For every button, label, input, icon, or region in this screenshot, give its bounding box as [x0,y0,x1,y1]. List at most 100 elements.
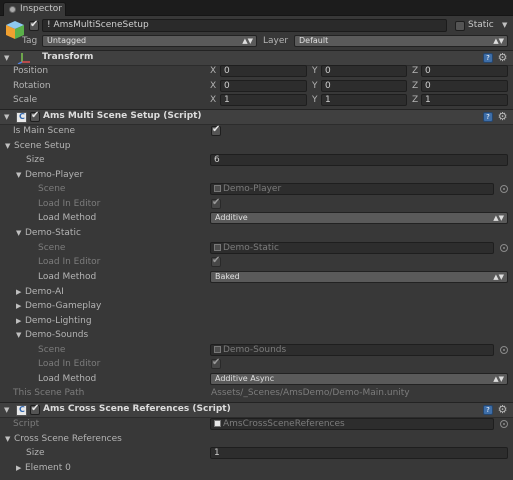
scale-y-field[interactable]: 1 [321,94,407,106]
y-axis-label: Y [312,81,318,91]
rotation-y-field[interactable]: 0 [321,80,407,92]
scene-setup-size-field[interactable]: 6 [210,154,508,166]
tag-label: Tag [22,36,38,46]
scene-object-field-value: Demo-Static [223,243,279,253]
rotation-x-field[interactable]: 0 [220,80,307,92]
element-demo-gameplay-label[interactable]: Demo-Gameplay [25,300,101,312]
y-axis-label: Y [312,66,318,76]
scene-setup-label[interactable]: Scene Setup [14,140,71,152]
foldout-collapsed-icon[interactable]: ▶ [16,288,24,296]
gameobject-active-checkbox[interactable] [29,19,39,31]
help-icon[interactable]: ? [483,405,493,415]
script-label: Script [13,419,40,429]
script-object-field[interactable]: AmsCrossSceneReferences [210,418,494,430]
foldout-expanded-icon[interactable]: ▼ [4,406,12,414]
chevron-down-icon: ▲▼ [493,273,504,281]
rotation-z-field[interactable]: 0 [421,80,508,92]
cross-refs-size-field[interactable]: 1 [210,447,508,459]
csharp-script-icon [16,405,27,416]
gear-icon[interactable]: ⚙ [497,52,508,63]
element-demo-static-label[interactable]: Demo-Static [25,227,81,239]
position-y-field[interactable]: 0 [321,65,407,77]
scene-object-field-value: Demo-Player [223,184,282,194]
x-axis-label: X [210,95,217,105]
static-label: Static [468,20,494,30]
static-checkbox[interactable] [455,21,465,31]
chevron-down-icon: ▲▼ [493,37,504,45]
static-dropdown-arrow-icon[interactable]: ▼ [502,21,510,29]
script-object-field-value: AmsCrossSceneReferences [223,419,345,429]
csharp-script-icon [16,112,27,123]
foldout-expanded-icon[interactable]: ▼ [5,142,13,150]
element-demo-lighting-label[interactable]: Demo-Lighting [25,315,92,327]
is-main-scene-checkbox[interactable] [211,124,221,136]
transform-title: Transform [42,52,94,62]
load-in-editor-checkbox[interactable] [211,357,221,369]
cross-scene-references-label[interactable]: Cross Scene References [14,433,122,445]
foldout-collapsed-icon[interactable]: ▶ [16,317,24,325]
scale-z-field[interactable]: 1 [421,94,508,106]
x-axis-label: X [210,66,217,76]
object-picker-icon[interactable] [500,185,508,193]
z-axis-label: Z [412,95,419,105]
layer-dropdown-value: Default [299,36,329,45]
tag-dropdown-value: Untagged [47,36,87,45]
foldout-expanded-icon[interactable]: ▼ [4,113,12,121]
component-enabled-checkbox[interactable] [30,403,40,415]
rotation-label: Rotation [13,81,51,91]
load-in-editor-label: Load In Editor [38,257,101,267]
gear-icon[interactable]: ⚙ [497,404,508,415]
foldout-expanded-icon[interactable]: ▼ [16,331,24,339]
position-z-field[interactable]: 0 [421,65,508,77]
this-scene-path-label: This Scene Path [13,388,85,398]
scene-object-field[interactable]: Demo-Player [210,183,494,195]
inspector-icon [9,6,16,13]
load-method-dropdown[interactable]: Baked ▲▼ [210,271,508,283]
element-demo-ai-label[interactable]: Demo-AI [25,286,64,298]
chevron-down-icon: ▲▼ [242,37,253,45]
object-picker-icon[interactable] [500,244,508,252]
position-x-field[interactable]: 0 [220,65,307,77]
load-in-editor-label: Load In Editor [38,199,101,209]
chevron-down-icon: ▲▼ [493,214,504,222]
layer-dropdown[interactable]: Default ▲▼ [294,35,508,47]
foldout-expanded-icon[interactable]: ▼ [4,54,12,62]
scene-label: Scene [38,184,66,194]
scene-object-field[interactable]: Demo-Static [210,242,494,254]
tag-dropdown[interactable]: Untagged ▲▼ [42,35,257,47]
tab-inspector[interactable]: Inspector [3,2,66,16]
is-main-scene-label: Is Main Scene [13,126,75,136]
foldout-expanded-icon[interactable]: ▼ [5,435,13,443]
multi-scene-setup-header[interactable]: ▼ Ams Multi Scene Setup (Script) ? ⚙ [0,109,513,125]
element-0-label[interactable]: Element 0 [25,462,71,474]
gear-icon[interactable]: ⚙ [497,111,508,122]
foldout-expanded-icon[interactable]: ▼ [16,171,24,179]
load-in-editor-checkbox[interactable] [211,197,221,209]
transform-header[interactable]: ▼ Transform ? ⚙ [0,50,513,66]
object-picker-icon[interactable] [500,346,508,354]
scale-x-field[interactable]: 1 [220,94,307,106]
gameobject-name-field[interactable]: ! AmsMultiSceneSetup [42,19,447,32]
z-axis-label: Z [412,66,419,76]
foldout-collapsed-icon[interactable]: ▶ [16,464,24,472]
load-method-label: Load Method [38,213,97,223]
load-in-editor-checkbox[interactable] [211,255,221,267]
load-method-dropdown[interactable]: Additive ▲▼ [210,212,508,224]
load-method-dropdown[interactable]: Additive Async ▲▼ [210,373,508,385]
element-demo-sounds-label[interactable]: Demo-Sounds [25,329,88,341]
help-icon[interactable]: ? [483,53,493,63]
help-icon[interactable]: ? [483,112,493,122]
this-scene-path-value: Assets/_Scenes/AmsDemo/Demo-Main.unity [211,388,410,398]
component-enabled-checkbox[interactable] [30,110,40,122]
foldout-collapsed-icon[interactable]: ▶ [16,302,24,310]
scene-asset-icon [214,185,221,192]
object-picker-icon[interactable] [500,420,508,428]
cross-scene-references-header[interactable]: ▼ Ams Cross Scene References (Script) ? … [0,402,513,418]
scene-object-field[interactable]: Demo-Sounds [210,344,494,356]
foldout-expanded-icon[interactable]: ▼ [16,229,24,237]
element-demo-player-label[interactable]: Demo-Player [25,169,83,181]
x-axis-label: X [210,81,217,91]
load-method-value: Additive [215,213,248,222]
tab-bar: Inspector [0,0,513,16]
scene-asset-icon [214,346,221,353]
